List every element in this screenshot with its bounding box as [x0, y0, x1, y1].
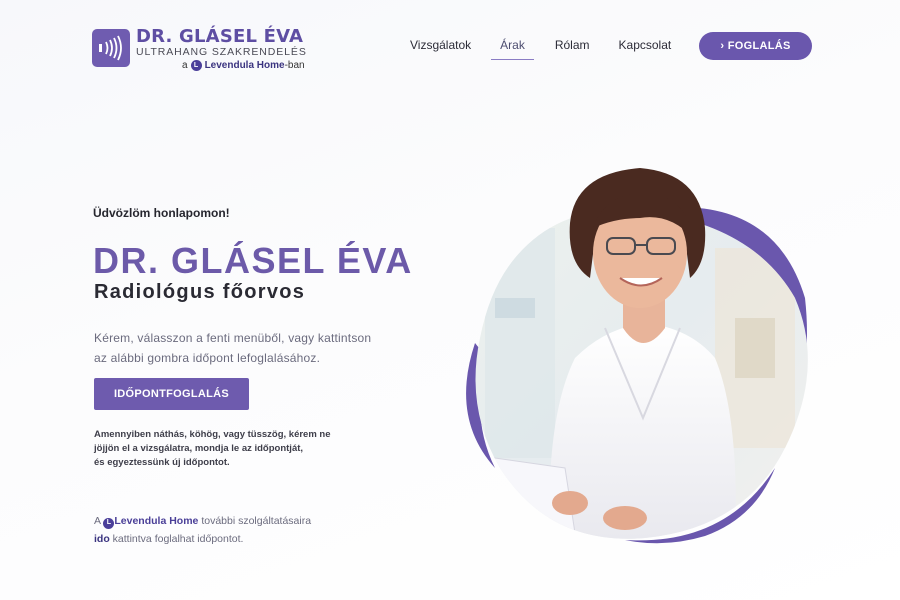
logo-tagline-brand: Levendula Home	[204, 60, 285, 71]
nav-item-vizsgalatok[interactable]: Vizsgálatok	[410, 38, 471, 60]
logo-subtitle: ULTRAHANG SZAKRENDELÉS	[136, 46, 307, 58]
lv-brand: Levendula Home	[114, 515, 199, 527]
appointment-button[interactable]: IDŐPONTFOGLALÁS	[94, 378, 249, 410]
levendula-icon: L	[103, 517, 115, 529]
intro-text: Kérem, válasszon a fenti menüből, vagy k…	[94, 328, 394, 368]
levendula-info: A L Levendula Home további szolgáltatásai…	[94, 512, 364, 548]
logo-tagline-suffix: -ban	[284, 60, 305, 71]
booking-button[interactable]: › FOGLALÁS	[699, 32, 812, 60]
nav-item-rolam[interactable]: Rólam	[555, 38, 590, 60]
lv-rest: további szolgáltatásaira	[201, 515, 312, 527]
illness-notice: Amennyiben náthás, köhög, vagy tüsszög, …	[94, 428, 354, 470]
logo-name: DR. GLÁSEL ÉVA	[136, 26, 304, 47]
levendula-icon: L	[190, 60, 202, 71]
logo-tagline-prefix: a	[182, 60, 188, 71]
nav-item-arak[interactable]: Árak	[491, 38, 534, 60]
intro-line-1: Kérem, válasszon a fenti menüből, vagy k…	[94, 331, 372, 345]
ido-link[interactable]: ido	[94, 533, 110, 545]
notice-line-3: és egyeztessünk új időpontot.	[94, 457, 230, 468]
nav-item-kapcsolat[interactable]: Kapcsolat	[619, 38, 672, 60]
lv-rest-2: kattintva foglalhat időpontot.	[112, 533, 244, 545]
doctor-photo	[455, 168, 825, 548]
hero-title: Radiológus főorvos	[94, 281, 306, 303]
hero-name: DR. GLÁSEL ÉVA	[93, 240, 413, 281]
logo-tagline: a L Levendula Home-ban	[182, 59, 307, 72]
main-nav: Vizsgálatok Árak Rólam Kapcsolat	[410, 38, 671, 60]
intro-line-2: az alábbi gombra időpont lefoglalásához.	[94, 351, 321, 365]
ultrasound-waves-icon	[92, 29, 130, 67]
notice-line-2: jöjjön el a vizsgálatra, mondja le az id…	[94, 443, 304, 454]
welcome-text: Üdvözlöm honlapomon!	[93, 206, 230, 220]
lv-prefix: A	[94, 515, 101, 527]
notice-line-1: Amennyiben náthás, köhög, vagy tüsszög, …	[94, 429, 331, 440]
logo[interactable]: DR. GLÁSEL ÉVA ULTRAHANG SZAKRENDELÉS a …	[92, 27, 307, 72]
